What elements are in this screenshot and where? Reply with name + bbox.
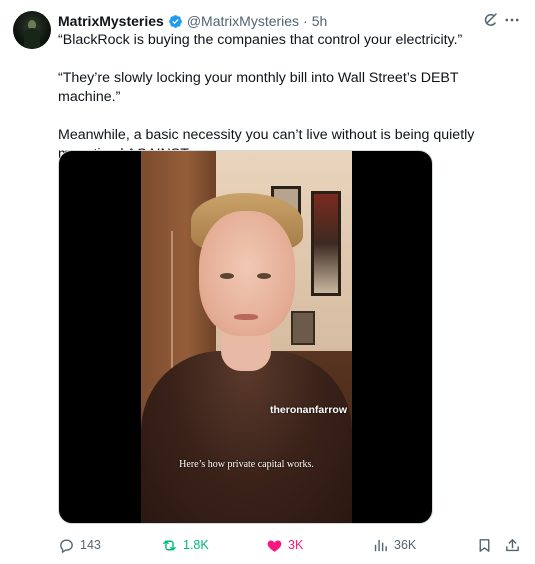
tweet-header: MatrixMysteries @MatrixMysteries · 5h [58,12,327,30]
like-count: 3K [288,538,304,552]
share-button[interactable] [504,535,521,555]
repost-button[interactable]: 1.8K [161,535,209,555]
views-button[interactable]: 36K [372,535,416,555]
bookmark-icon [479,538,490,552]
display-name[interactable]: MatrixMysteries [58,13,164,29]
person-eye [220,273,234,279]
tweet[interactable]: MatrixMysteries @MatrixMysteries · 5h “B… [0,0,535,564]
timestamp[interactable]: 5h [312,13,328,29]
wall-photo [291,311,315,345]
person-eye [257,273,271,279]
avatar[interactable] [13,11,51,49]
reply-icon [60,539,73,553]
share-icon [506,538,519,551]
verified-badge-icon[interactable] [168,14,183,29]
bookmark-button[interactable] [476,535,493,555]
grok-icon[interactable] [481,11,499,29]
handle[interactable]: @MatrixMysteries [187,13,299,29]
avatar-figure-body [24,28,40,48]
action-bar: 143 1.8K 3K 36K [58,535,528,555]
separator-dot: · [303,13,308,29]
more-icon[interactable] [503,11,521,29]
video-watermark: theronanfarrow [270,404,348,416]
tweet-text: “BlackRock is buying the companies that … [58,31,520,164]
person-shirt [141,351,352,523]
person-mouth [234,314,258,320]
heart-icon [267,540,282,552]
reply-count: 143 [80,538,101,552]
reply-button[interactable]: 143 [58,535,101,555]
tweet-paragraph: “They’re slowly locking your monthly bil… [58,70,459,105]
repost-icon [163,540,176,550]
video-caption: Here’s how private capital works. [179,459,314,470]
repost-count: 1.8K [183,538,209,552]
views-icon [374,539,387,551]
like-button[interactable]: 3K [266,535,303,555]
wall-painting [311,191,341,296]
tweet-paragraph: “BlackRock is buying the companies that … [58,32,463,48]
views-count: 36K [394,538,417,552]
video-player[interactable]: theronanfarrow Here’s how private capita… [58,150,433,524]
